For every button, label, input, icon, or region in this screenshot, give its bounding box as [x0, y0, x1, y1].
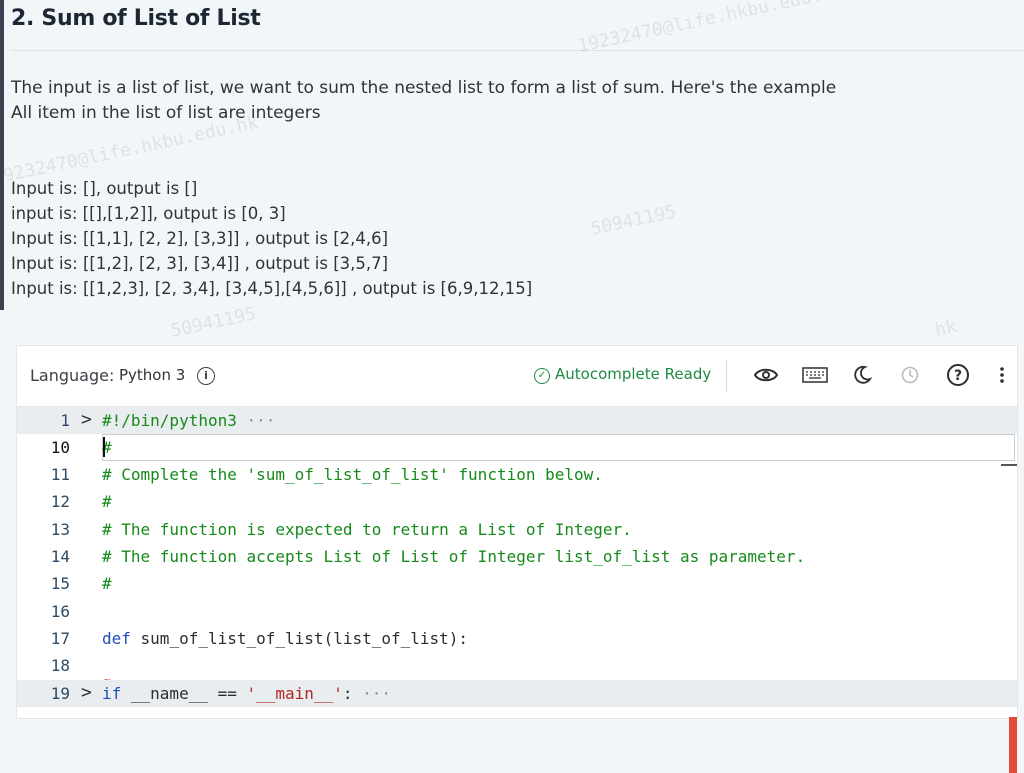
code-editor[interactable]: Language: Python 3 i ✓ Autocomplete Read… [17, 346, 1017, 773]
code-line: 16 [17, 598, 1017, 625]
example-line-4: Input is: [[1,2], [2, 3], [3,4]] , outpu… [11, 254, 389, 273]
language-label: Language: [30, 366, 115, 385]
line-text: if __name__ == '__main__': ··· [102, 684, 391, 703]
line-text: def sum_of_list_of_list(list_of_list): [102, 629, 468, 648]
line-number: 14 [50, 547, 70, 566]
scrollbar-marker[interactable] [1009, 717, 1017, 773]
line-number: 11 [50, 465, 70, 484]
code-line: 1 > #!/bin/python3 ··· [17, 407, 1017, 434]
keyword: if [102, 684, 122, 703]
keyword: def [102, 629, 131, 648]
comment-text: # The function accepts List of List of I… [102, 547, 806, 566]
history-icon [898, 363, 922, 387]
code-line: 19 > if __name__ == '__main__': ··· [17, 680, 1017, 707]
watermark: 19232470@life.hkbu.edu.hk [575, 0, 846, 57]
code-text: sum_of_list_of_list(list_of_list): [130, 629, 469, 648]
line-number: 19 [50, 684, 70, 703]
string-literal: '__main__' [246, 684, 343, 703]
line-number: 16 [50, 602, 70, 621]
toolbar-separator [726, 360, 727, 392]
example-line-5: Input is: [[1,2,3], [2, 3,4], [3,4,5],[4… [11, 279, 533, 298]
info-icon[interactable]: i [197, 367, 215, 385]
svg-text:?: ? [954, 368, 962, 384]
line-number: 12 [50, 492, 70, 511]
moon-icon[interactable] [850, 363, 874, 387]
comment-text: # Complete the 'sum_of_list_of_list' fun… [102, 465, 603, 484]
description-line-1: The input is a list of list, we want to … [11, 78, 837, 98]
code-line: 15 # [17, 570, 1017, 597]
language-select[interactable]: Python 3 [119, 366, 185, 384]
more-vertical-icon[interactable] [990, 363, 1014, 387]
example-line-1: Input is: [], output is [] [11, 179, 198, 198]
line-number: 10 [50, 438, 70, 457]
watermark: 19232470@life.hkbu.edu.hk [0, 112, 261, 189]
example-line-2: input is: [[],[1,2]], output is [0, 3] [11, 204, 286, 223]
editor-toolbar: Language: Python 3 i ✓ Autocomplete Read… [17, 346, 1017, 407]
line-number: 15 [50, 574, 70, 593]
watermark: hk [933, 315, 959, 342]
code-area[interactable]: 1 > #!/bin/python3 ··· 10 # 11 # Complet… [17, 407, 1017, 773]
line-number: 17 [50, 629, 70, 648]
folded-ellipsis[interactable]: ··· [247, 411, 276, 430]
keyboard-icon[interactable] [801, 363, 829, 387]
code-line: 18 [17, 652, 1017, 679]
eye-icon[interactable] [754, 363, 778, 387]
comment-text: #!/bin/python3 [102, 411, 237, 430]
comment-text: # [102, 574, 112, 593]
code-line: 12 # [17, 488, 1017, 515]
code-text: : [342, 684, 353, 703]
check-circle-icon: ✓ [534, 368, 550, 384]
folded-ellipsis[interactable]: ··· [362, 684, 391, 703]
code-line: 14 # The function accepts List of List o… [17, 543, 1017, 570]
problem-title: 2. Sum of List of List [11, 6, 261, 31]
line-number: 1 [60, 411, 70, 430]
description-line-2: All item in the list of list are integer… [11, 103, 321, 123]
code-line: 11 # Complete the 'sum_of_list_of_list' … [17, 461, 1017, 488]
line-text: #!/bin/python3 ··· [102, 411, 275, 430]
title-divider [10, 50, 1024, 51]
accent-bar [0, 0, 4, 310]
fold-arrow-icon[interactable]: > [81, 682, 92, 703]
comment-text: # The function is expected to return a L… [102, 520, 632, 539]
comment-text: # [102, 492, 112, 511]
code-line: 13 # The function is expected to return … [17, 516, 1017, 543]
line-number: 18 [50, 656, 70, 675]
code-line-active: 10 # [17, 434, 1017, 466]
fold-arrow-icon[interactable]: > [81, 409, 92, 430]
example-line-3: Input is: [[1,1], [2, 2], [3,3]] , outpu… [11, 229, 389, 248]
help-icon[interactable]: ? [946, 363, 970, 387]
watermark: 50941195 [588, 201, 678, 240]
text-caret [103, 437, 105, 457]
code-text: __name__ == [121, 684, 247, 703]
autocomplete-status: Autocomplete Ready [555, 365, 712, 383]
watermark: 50941195 [168, 303, 258, 342]
current-line-highlight [102, 434, 1015, 461]
line-number: 13 [50, 520, 70, 539]
code-line: 17 def sum_of_list_of_list(list_of_list)… [17, 625, 1017, 652]
